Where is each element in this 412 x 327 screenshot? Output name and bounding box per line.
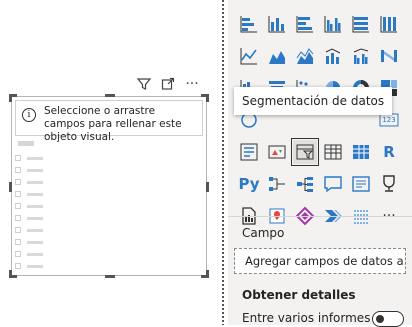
- clustered-column-chart-icon[interactable]: [321, 12, 345, 36]
- field-well-drop-zone[interactable]: Agregar campos de datos a...: [234, 248, 406, 274]
- cross-report-label: Entre varios informes: [242, 311, 371, 325]
- stacked-bar-chart-icon[interactable]: [237, 12, 261, 36]
- slicer-skeleton-row: [15, 251, 43, 257]
- resize-handle[interactable]: [206, 182, 209, 192]
- visual-header: ···: [132, 74, 204, 94]
- decomposition-tree-icon[interactable]: [293, 172, 317, 196]
- placeholder-text: Seleccione o arrastre campos para rellen…: [44, 105, 182, 143]
- visual-tooltip: Segmentación de datos: [234, 87, 393, 115]
- r-label: R: [383, 143, 395, 161]
- 100-percent-bar-chart-icon[interactable]: [349, 12, 373, 36]
- visualizations-pane: 123 R Py ··· Campo Agregar campos de dat…: [228, 0, 412, 327]
- pane-separator: [222, 0, 224, 325]
- field-well-label: Campo: [242, 226, 285, 240]
- focus-mode-icon[interactable]: [156, 74, 180, 94]
- goals-trophy-icon[interactable]: [377, 172, 401, 196]
- resize-handle[interactable]: [105, 275, 115, 278]
- smart-narrative-icon[interactable]: [349, 172, 373, 196]
- resize-handle[interactable]: [105, 94, 115, 97]
- line-clustered-column-chart-icon[interactable]: [349, 44, 373, 68]
- report-canvas[interactable]: ··· i Seleccione o arrastre campos para …: [0, 0, 222, 325]
- slicer-skeleton-row: [15, 191, 43, 197]
- r-script-visual-icon[interactable]: R: [377, 140, 401, 164]
- kpi-icon[interactable]: [265, 140, 289, 164]
- qa-visual-icon[interactable]: [321, 172, 345, 196]
- slicer-skeleton-row: [15, 179, 43, 185]
- slicer-visual-placeholder[interactable]: i Seleccione o arrastre campos para rell…: [9, 94, 209, 278]
- python-visual-icon[interactable]: Py: [237, 172, 261, 196]
- panel-divider: [228, 216, 412, 217]
- table-icon[interactable]: [321, 140, 345, 164]
- stacked-area-chart-icon[interactable]: [293, 44, 317, 68]
- more-options-icon[interactable]: ···: [180, 74, 204, 94]
- line-column-chart-icon[interactable]: [321, 44, 345, 68]
- line-chart-icon[interactable]: [237, 44, 261, 68]
- drillthrough-header[interactable]: Obtener detalles: [242, 288, 356, 302]
- key-influencers-icon[interactable]: [265, 172, 289, 196]
- filter-icon[interactable]: [132, 74, 156, 94]
- resize-handle[interactable]: [9, 270, 17, 278]
- py-label: Py: [238, 175, 260, 193]
- table-123-label: 123: [382, 116, 396, 124]
- slicer-skeleton-header: [18, 141, 34, 146]
- placeholder-message: i Seleccione o arrastre campos para rell…: [15, 100, 203, 143]
- slicer-skeleton-row: [15, 167, 43, 173]
- slicer-skeleton-row: [15, 155, 43, 161]
- 100-percent-column-chart-icon[interactable]: [377, 12, 401, 36]
- stacked-column-chart-icon[interactable]: [265, 12, 289, 36]
- toggle-knob: [376, 315, 384, 323]
- slicer-skeleton-row: [15, 215, 43, 221]
- slicer-icon[interactable]: [291, 138, 319, 166]
- ribbon-chart-icon[interactable]: [377, 44, 401, 68]
- slicer-skeleton-row: [15, 263, 43, 269]
- info-icon: i: [22, 108, 36, 122]
- multi-row-card-icon[interactable]: [237, 140, 261, 164]
- area-chart-icon[interactable]: [265, 44, 289, 68]
- slicer-skeleton-row: [15, 227, 43, 233]
- clustered-bar-chart-icon[interactable]: [293, 12, 317, 36]
- slicer-skeleton-row: [15, 203, 43, 209]
- resize-handle[interactable]: [201, 270, 209, 278]
- matrix-icon[interactable]: [349, 140, 373, 164]
- slicer-skeleton-row: [15, 239, 43, 245]
- resize-handle[interactable]: [9, 182, 12, 192]
